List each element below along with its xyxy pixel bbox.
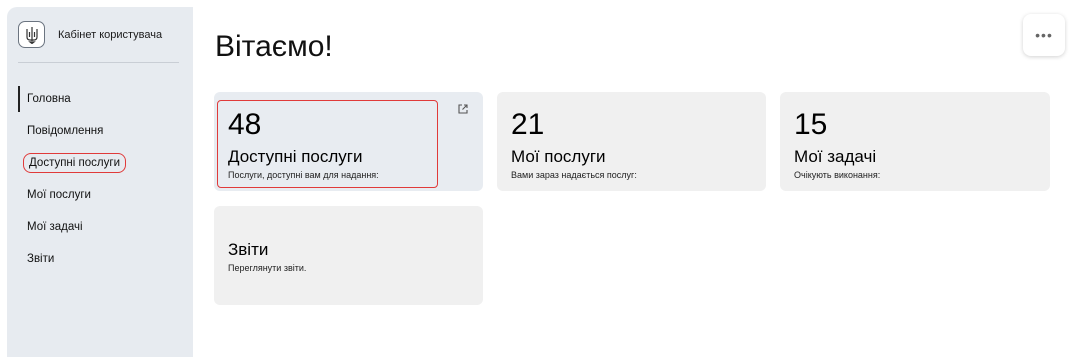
card-title: Звіти [228, 240, 269, 259]
card-count: 15 [794, 108, 828, 141]
sidebar-item-label: Мої задачі [27, 221, 83, 233]
sidebar-item-label: Доступні послуги [23, 153, 126, 173]
sidebar: Кабінет користувача Головна Повідомлення… [7, 7, 193, 357]
sidebar-item-available-services[interactable]: Доступні послуги [18, 147, 193, 179]
brand-title: Кабінет користувача [58, 28, 163, 41]
sidebar-item-reports[interactable]: Звіти [18, 243, 193, 275]
card-subtitle: Переглянути звіти. [228, 263, 307, 273]
page-title: Вітаємо! [215, 30, 333, 63]
sidebar-item-my-tasks[interactable]: Мої задачі [18, 211, 193, 243]
card-count: 21 [511, 108, 545, 141]
card-my-services[interactable]: 21 Мої послуги Вами зараз надається посл… [497, 92, 766, 191]
app: Кабінет користувача Головна Повідомлення… [0, 0, 1075, 363]
more-button[interactable]: ••• [1023, 14, 1065, 56]
sidebar-item-label: Повідомлення [27, 125, 104, 137]
card-title: Мої послуги [511, 147, 606, 166]
sidebar-item-label: Головна [27, 93, 71, 105]
brand[interactable]: Кабінет користувача [18, 21, 162, 48]
card-subtitle: Вами зараз надається послуг: [511, 170, 637, 180]
sidebar-divider [18, 62, 179, 63]
sidebar-item-label: Звіти [27, 253, 55, 265]
more-icon: ••• [1035, 27, 1053, 43]
sidebar-item-my-services[interactable]: Мої послуги [18, 179, 193, 211]
card-title: Мої задачі [794, 147, 877, 166]
external-link-icon[interactable] [457, 103, 469, 115]
highlight-box [217, 100, 438, 188]
sidebar-item-notifications[interactable]: Повідомлення [18, 115, 193, 147]
main-content: ••• Вітаємо! 48 Доступні послуги Послуги… [193, 0, 1075, 363]
card-subtitle: Очікують виконання: [794, 170, 881, 180]
sidebar-item-label: Мої послуги [27, 189, 91, 201]
card-reports[interactable]: Звіти Переглянути звіти. [214, 206, 483, 305]
sidebar-nav: Головна Повідомлення Доступні послуги Мо… [18, 83, 193, 275]
sidebar-item-home[interactable]: Головна [18, 83, 193, 115]
card-my-tasks[interactable]: 15 Мої задачі Очікують виконання: [780, 92, 1050, 191]
trident-icon [18, 21, 45, 48]
